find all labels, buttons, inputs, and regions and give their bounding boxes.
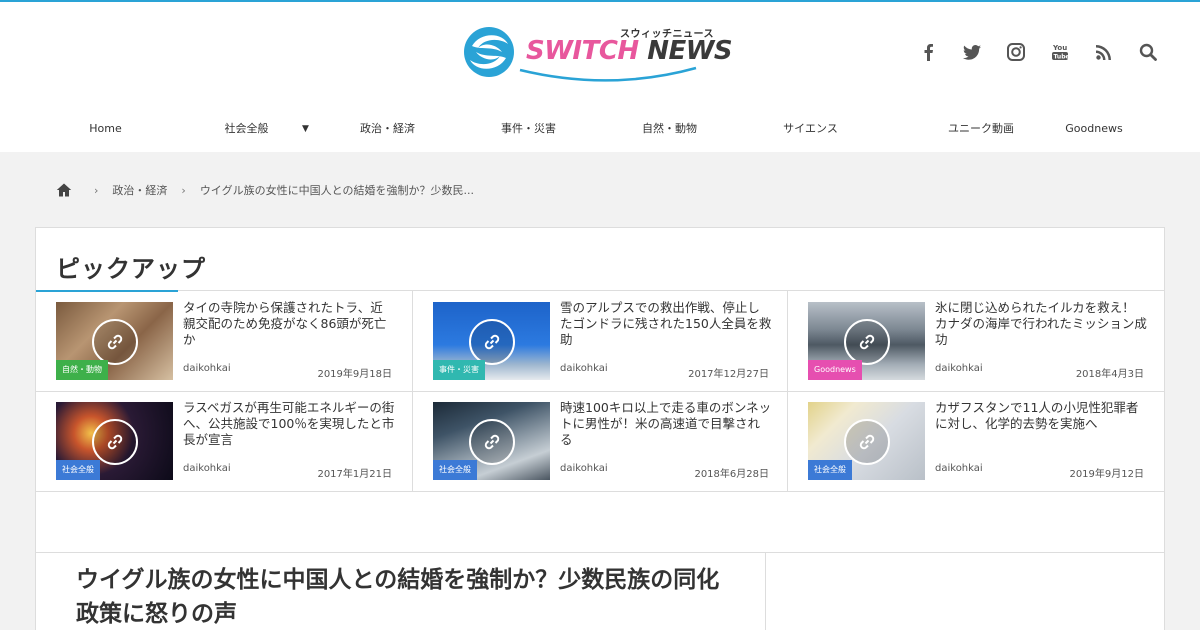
article-title: ウイグル族の女性に中国人との結婚を強制か？少数民族の同化政策に怒りの声 — [76, 567, 720, 627]
category-badge[interactable]: 社会全般 — [433, 460, 477, 480]
card-author: daikohkai — [935, 463, 983, 474]
instagram-icon[interactable] — [1004, 40, 1028, 64]
site-header: スウィッチニュース SWITCH NEWS You Tube Home 社会全般 … — [0, 2, 1200, 152]
facebook-icon[interactable] — [916, 40, 940, 64]
nav-item-society[interactable]: 社会全般 — [176, 110, 317, 150]
card-title[interactable]: ラスベガスが再生可能エネルギーの街へ、公共施設で100％を実現したと市長が宣言 — [183, 400, 395, 448]
card-author: daikohkai — [935, 363, 983, 374]
logo-wordmark: SWITCH NEWS — [526, 36, 733, 66]
card-author: daikohkai — [560, 363, 608, 374]
card-thumbnail[interactable]: 事件・災害 — [433, 302, 550, 380]
card-date: 2017年1月21日 — [317, 469, 392, 480]
card-thumbnail[interactable]: 社会全般 — [56, 402, 173, 480]
card-title[interactable]: タイの寺院から保護されたトラ、近親交配のため免疫がなく86頭が死亡か — [183, 300, 395, 348]
card-date: 2018年6月28日 — [694, 469, 769, 480]
chevron-right-icon: › — [181, 183, 186, 197]
svg-text:Tube: Tube — [1054, 54, 1069, 61]
youtube-icon[interactable]: You Tube — [1048, 40, 1072, 64]
category-badge[interactable]: Goodnews — [808, 360, 862, 380]
logo-swoosh-icon — [519, 66, 697, 82]
site-logo[interactable]: スウィッチニュース SWITCH NEWS — [462, 22, 733, 84]
logo-mark-icon — [464, 27, 514, 77]
search-icon[interactable] — [1136, 40, 1160, 64]
card-date: 2019年9月18日 — [317, 369, 392, 380]
card-thumbnail[interactable]: Goodnews — [808, 302, 925, 380]
link-icon — [844, 319, 890, 365]
card-thumbnail[interactable]: 社会全般 — [433, 402, 550, 480]
pickup-title: ピックアップ — [56, 255, 206, 283]
link-icon — [469, 419, 515, 465]
nav-item-goodnews[interactable]: Goodnews — [1022, 110, 1166, 150]
rss-icon[interactable] — [1092, 40, 1116, 64]
breadcrumb-current: ウイグル族の女性に中国人との結婚を強制か？少数民... — [199, 184, 474, 197]
svg-text:You: You — [1052, 44, 1067, 52]
card-title[interactable]: 氷に閉じ込められたイルカを救え！カナダの海岸で行われたミッション成功 — [935, 300, 1147, 348]
card-title[interactable]: 雪のアルプスでの救出作戦、停止したゴンドラに残された150人全員を救助 — [560, 300, 772, 348]
home-icon[interactable] — [56, 182, 72, 198]
breadcrumb: › 政治・経済 › ウイグル族の女性に中国人との結婚を強制か？少数民... — [56, 180, 474, 200]
card-author: daikohkai — [560, 463, 608, 474]
article-main: ウイグル族の女性に中国人との結婚を強制か？少数民族の同化政策に怒りの声 — [35, 552, 766, 630]
pickup-card[interactable]: 事件・災害 雪のアルプスでの救出作戦、停止したゴンドラに残された150人全員を救… — [413, 292, 789, 392]
card-date: 2019年9月12日 — [1069, 469, 1144, 480]
link-icon — [92, 419, 138, 465]
nav-item-nature[interactable]: 自然・動物 — [599, 110, 740, 150]
nav-item-incidents[interactable]: 事件・災害 — [458, 110, 599, 150]
link-icon — [92, 319, 138, 365]
breadcrumb-category[interactable]: 政治・経済 — [112, 182, 167, 198]
chevron-down-icon[interactable]: ▼ — [302, 124, 309, 134]
card-author: daikohkai — [183, 463, 231, 474]
nav-item-politics[interactable]: 政治・経済 — [317, 110, 458, 150]
category-badge[interactable]: 社会全般 — [808, 460, 852, 480]
pickup-card[interactable]: Goodnews 氷に閉じ込められたイルカを救え！カナダの海岸で行われたミッショ… — [788, 292, 1164, 392]
pickup-card[interactable]: 社会全般 ラスベガスが再生可能エネルギーの街へ、公共施設で100％を実現したと市… — [36, 392, 412, 492]
twitter-icon[interactable] — [960, 40, 984, 64]
card-author: daikohkai — [183, 363, 231, 374]
nav-item-science[interactable]: サイエンス — [740, 110, 881, 150]
sidebar — [765, 552, 1165, 630]
card-title[interactable]: カザフスタンで11人の小児性犯罪者に対し、化学的去勢を実施へ — [935, 400, 1147, 432]
pickup-card[interactable]: 社会全般 カザフスタンで11人の小児性犯罪者に対し、化学的去勢を実施へ daik… — [788, 392, 1164, 492]
chevron-right-icon: › — [94, 183, 99, 197]
card-date: 2017年12月27日 — [688, 369, 769, 380]
category-badge[interactable]: 事件・災害 — [433, 360, 485, 380]
link-icon — [844, 419, 890, 465]
card-date: 2018年4月3日 — [1075, 369, 1144, 380]
link-icon — [469, 319, 515, 365]
card-thumbnail[interactable]: 自然・動物 — [56, 302, 173, 380]
pickup-card[interactable]: 社会全般 時速100キロ以上で走る車のボンネットに男性が！米の高速道で目撃される… — [413, 392, 789, 492]
card-title[interactable]: 時速100キロ以上で走る車のボンネットに男性が！米の高速道で目撃される — [560, 400, 772, 448]
main-nav: Home 社会全般 ▼ 政治・経済 事件・災害 自然・動物 サイエンス ユニーク… — [0, 110, 1200, 150]
divider — [36, 290, 1164, 291]
category-badge[interactable]: 自然・動物 — [56, 360, 108, 380]
pickup-card[interactable]: 自然・動物 タイの寺院から保護されたトラ、近親交配のため免疫がなく86頭が死亡か… — [36, 292, 412, 392]
category-badge[interactable]: 社会全般 — [56, 460, 100, 480]
card-thumbnail[interactable]: 社会全般 — [808, 402, 925, 480]
pickup-section: ピックアップ 自然・動物 タイの寺院から保護されたトラ、近親交配のため免疫がなく… — [35, 227, 1165, 553]
nav-item-home[interactable]: Home — [35, 110, 176, 150]
